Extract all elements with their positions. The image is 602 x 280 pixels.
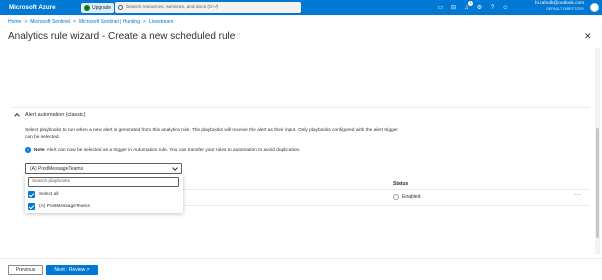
playbooks-dropdown[interactable]: (A) PostMessageTeams <box>25 163 182 174</box>
info-icon: i <box>25 147 31 153</box>
next-review-button[interactable]: Next : Review > <box>46 265 98 275</box>
page-title: Analytics rule wizard - Create a new sch… <box>8 31 236 42</box>
alert-automation-section-toggle[interactable]: Alert automation (classic) <box>14 112 86 119</box>
clock-icon <box>393 194 399 200</box>
directory-filter-icon[interactable]: ⊟ <box>448 2 459 13</box>
topbar-icons: ▭ ⊟ ♫ 1 ⚙ ? ☺ <box>435 1 513 13</box>
row-more-button[interactable]: ··· <box>574 192 582 198</box>
option-postmessageteams[interactable]: (A) PostMessageTeams <box>28 203 90 210</box>
cloud-shell-icon[interactable]: ▭ <box>435 2 446 13</box>
chevron-down-icon <box>172 165 178 171</box>
section-description: Select playbooks to run when a new alert… <box>25 128 398 140</box>
breadcrumb-separator: > <box>143 19 146 25</box>
avatar[interactable] <box>590 3 599 12</box>
status-value: Enabled <box>402 194 421 200</box>
notification-badge: 1 <box>468 1 473 6</box>
table-header-divider <box>183 189 590 190</box>
dropdown-selected-value: (A) PostMessageTeams <box>30 165 84 172</box>
status-column-header[interactable]: Status <box>393 181 408 187</box>
note-text: Alert can now be selected as a trigger i… <box>46 147 301 153</box>
playbook-search-input[interactable]: Search playbooks <box>28 177 179 187</box>
checkbox-checked-icon[interactable] <box>28 191 35 198</box>
help-icon[interactable]: ? <box>487 2 498 13</box>
section-divider <box>12 107 590 108</box>
breadcrumb-home[interactable]: Home <box>8 19 21 25</box>
feedback-icon[interactable]: ☺ <box>500 2 511 13</box>
user-account[interactable]: hi.rahulb@outlook.com DEFAULT DIRECTORY <box>535 1 584 12</box>
footer-divider <box>0 258 602 259</box>
section-title: Alert automation (classic) <box>25 112 86 118</box>
breadcrumb-livestream[interactable]: Livestream <box>149 19 173 25</box>
more-options-button[interactable]: ··· <box>234 31 241 38</box>
breadcrumb-separator: > <box>73 19 76 25</box>
playbooks-dropdown-callout: Search playbooks Select all (A) PostMess… <box>25 174 183 213</box>
note-label: Note <box>34 147 45 153</box>
settings-icon[interactable]: ⚙ <box>474 2 485 13</box>
search-icon <box>118 5 123 10</box>
upgrade-button[interactable]: Upgrade <box>81 2 115 13</box>
close-icon[interactable]: ✕ <box>584 31 592 42</box>
option-select-all[interactable]: Select all <box>28 191 58 198</box>
global-search-input[interactable]: Search resources, services, and docs (G+… <box>115 2 301 13</box>
user-directory: DEFAULT DIRECTORY <box>546 7 585 11</box>
breadcrumb-hunting[interactable]: Microsoft Sentinel | Hunting <box>79 19 140 25</box>
search-placeholder: Search resources, services, and docs (G+… <box>126 5 219 10</box>
breadcrumb: Home > Microsoft Sentinel > Microsoft Se… <box>8 19 173 25</box>
chevron-up-icon <box>14 113 20 119</box>
breadcrumb-separator: > <box>24 19 28 25</box>
table-row-status: Enabled <box>393 194 420 200</box>
info-note: i Note Alert can now be selected as a tr… <box>25 147 301 153</box>
breadcrumb-sentinel[interactable]: Microsoft Sentinel <box>30 19 70 25</box>
upgrade-icon <box>84 4 90 11</box>
option-label: (A) PostMessageTeams <box>39 204 90 209</box>
table-row-divider <box>183 205 590 206</box>
upgrade-label: Upgrade <box>92 4 112 11</box>
checkbox-checked-icon[interactable] <box>28 203 35 210</box>
scrollbar-thumb[interactable] <box>596 128 599 238</box>
previous-button[interactable]: Previous <box>8 265 43 275</box>
option-label: Select all <box>39 192 59 197</box>
notifications-icon[interactable]: ♫ 1 <box>461 1 473 13</box>
brand-logo[interactable]: Microsoft Azure <box>9 4 71 11</box>
